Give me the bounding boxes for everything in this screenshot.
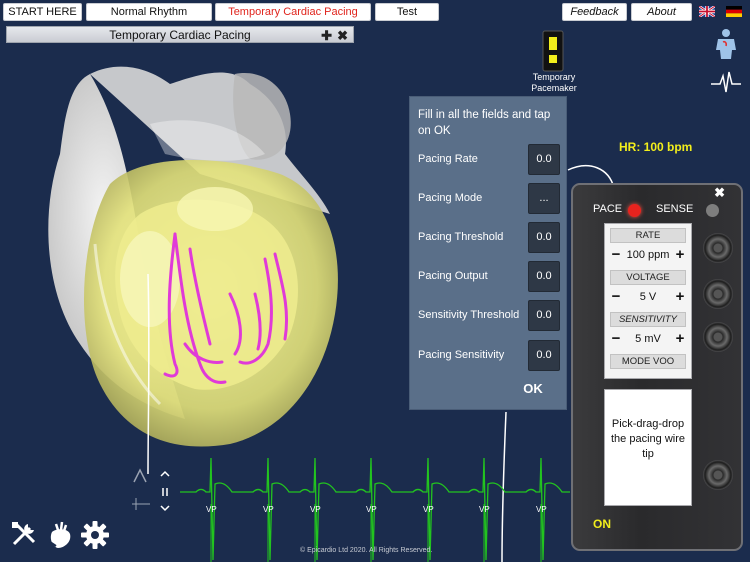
close-icon[interactable]: ✖: [337, 27, 348, 44]
sensitivity-increase-button[interactable]: +: [673, 331, 687, 347]
german-flag-icon[interactable]: [726, 6, 742, 17]
voltage-value: 5 V: [639, 291, 657, 303]
mode-button[interactable]: MODE VOO: [610, 354, 686, 369]
ecg-playback-controls[interactable]: [128, 466, 178, 514]
pacing-sensitivity-label: Pacing Sensitivity: [418, 349, 505, 361]
sensitivity-threshold-label: Sensitivity Threshold: [418, 309, 520, 321]
sensitivity-control: − 5 mV +: [605, 331, 691, 347]
device-instruction-message: Pick-drag-drop the pacing wire tip: [604, 389, 692, 506]
uk-flag-icon[interactable]: [699, 6, 715, 17]
rate-increase-button[interactable]: +: [673, 247, 687, 263]
tools-icon[interactable]: [10, 520, 38, 548]
voltage-label: VOLTAGE: [610, 270, 686, 285]
feedback-button[interactable]: Feedback: [562, 3, 627, 21]
voltage-increase-button[interactable]: +: [673, 289, 687, 305]
tab-temporary-cardiac-pacing[interactable]: Temporary Cardiac Pacing: [215, 3, 371, 21]
pacing-output-label: Pacing Output: [418, 270, 488, 282]
pacing-threshold-label: Pacing Threshold: [418, 231, 504, 243]
tab-test[interactable]: Test: [375, 3, 439, 21]
sense-led-icon: [706, 204, 719, 217]
heart-3d-model[interactable]: [0, 44, 410, 474]
ecg-rhythm-strip: VP VP VP VP VP VP VP: [180, 457, 570, 562]
pacing-sensitivity-field[interactable]: 0.0: [528, 340, 560, 371]
pacing-rate-field[interactable]: 0.0: [528, 144, 560, 175]
sensitivity-knob[interactable]: [703, 322, 733, 352]
heart-rate-readout: HR: 100 bpm: [619, 140, 693, 154]
heart-anatomy-icon[interactable]: [46, 520, 74, 550]
voltage-decrease-button[interactable]: −: [609, 289, 623, 305]
copyright-text: © Epicardio Ltd 2020. All Rights Reserve…: [300, 547, 433, 554]
expand-icon[interactable]: ✚: [321, 27, 332, 44]
pace-label: PACE: [593, 203, 623, 215]
rate-knob[interactable]: [703, 233, 733, 263]
ecg-vp-label: VP: [423, 505, 434, 514]
pace-sense-indicators: PACE SENSE: [593, 203, 723, 219]
top-navigation: START HERE Normal Rhythm Temporary Cardi…: [0, 0, 750, 24]
rate-label: RATE: [610, 228, 686, 243]
tab-normal-rhythm[interactable]: Normal Rhythm: [86, 3, 212, 21]
pacing-output-field[interactable]: 0.0: [528, 261, 560, 292]
form-row-pacing-mode: Pacing Mode ...: [410, 183, 568, 214]
form-row-pacing-rate: Pacing Rate 0.0: [410, 144, 568, 175]
ecg-vp-label: VP: [310, 505, 321, 514]
rate-control: − 100 ppm +: [605, 247, 691, 263]
voltage-knob[interactable]: [703, 279, 733, 309]
settings-gear-icon[interactable]: [80, 520, 110, 550]
sensitivity-threshold-field[interactable]: 0.0: [528, 300, 560, 331]
device-settings-screen: RATE − 100 ppm + VOLTAGE − 5 V + SENSITI…: [604, 223, 692, 379]
form-instructions: Fill in all the fields and tap on OK: [418, 109, 551, 137]
ecg-vp-label: VP: [479, 505, 490, 514]
sense-label: SENSE: [656, 203, 694, 215]
sensitivity-decrease-button[interactable]: −: [609, 331, 623, 347]
pacing-mode-label: Pacing Mode: [418, 192, 483, 204]
rate-decrease-button[interactable]: −: [609, 247, 623, 263]
temporary-pacemaker-device[interactable]: ✖ PACE SENSE RATE − 100 ppm + VOLTAGE − …: [571, 183, 743, 551]
body-figure-icon[interactable]: [712, 28, 740, 60]
power-on-indicator: ON: [593, 517, 611, 531]
ok-button[interactable]: OK: [518, 381, 548, 399]
pace-led-icon: [628, 204, 641, 217]
about-button[interactable]: About: [631, 3, 692, 21]
heart-panel-title-bar[interactable]: Temporary Cardiac Pacing ✚ ✖: [6, 26, 354, 43]
pacing-settings-form: Fill in all the fields and tap on OK Pac…: [409, 96, 567, 410]
temporary-pacemaker-icon[interactable]: [542, 30, 564, 72]
sensitivity-label: SENSITIVITY: [610, 312, 686, 327]
panel-title: Temporary Cardiac Pacing: [109, 28, 251, 42]
form-row-pacing-sensitivity: Pacing Sensitivity 0.0: [410, 340, 568, 371]
temporary-pacemaker-label: Temporary Pacemaker: [531, 72, 577, 93]
form-row-sensitivity-threshold: Sensitivity Threshold 0.0: [410, 300, 568, 331]
sensitivity-value: 5 mV: [635, 333, 661, 345]
ecg-vp-label: VP: [536, 505, 547, 514]
device-close-icon[interactable]: ✖: [714, 185, 725, 201]
form-row-pacing-output: Pacing Output 0.0: [410, 261, 568, 292]
power-knob[interactable]: [703, 460, 733, 490]
pacing-mode-field[interactable]: ...: [528, 183, 560, 214]
voltage-control: − 5 V +: [605, 289, 691, 305]
ecg-vp-label: VP: [366, 505, 377, 514]
ecg-waveform-icon[interactable]: [710, 70, 742, 94]
tab-start-here[interactable]: START HERE: [3, 3, 82, 21]
ecg-vp-label: VP: [206, 505, 217, 514]
rate-value: 100 ppm: [626, 249, 670, 261]
ecg-vp-label: VP: [263, 505, 274, 514]
form-row-pacing-threshold: Pacing Threshold 0.0: [410, 222, 568, 253]
pacing-rate-label: Pacing Rate: [418, 153, 478, 165]
pacing-threshold-field[interactable]: 0.0: [528, 222, 560, 253]
